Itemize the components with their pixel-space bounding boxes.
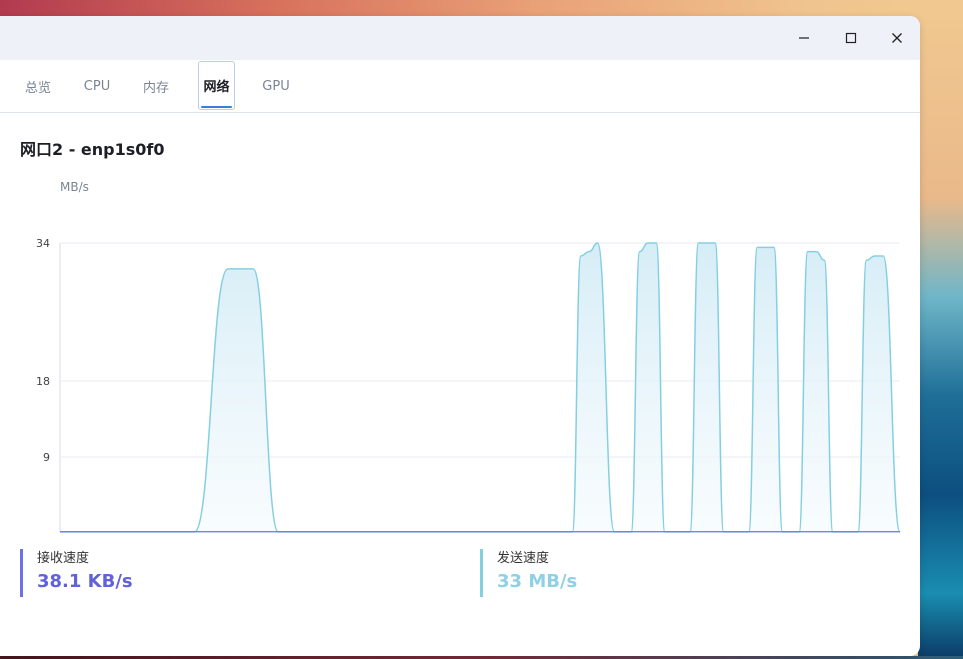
desktop-wallpaper <box>918 0 963 659</box>
receive-speed-value: 38.1 KB/s <box>37 571 133 592</box>
receive-speed-label: 接收速度 <box>37 551 90 566</box>
chart-unit-label: MB/s <box>60 180 89 194</box>
y-tick-label: 34 <box>36 237 50 250</box>
tab-cpu[interactable]: CPU <box>76 60 118 112</box>
minimize-icon <box>799 37 809 39</box>
tab-gpu[interactable]: GPU <box>254 60 298 112</box>
tab-network[interactable]: 网络 <box>198 61 235 110</box>
close-button[interactable] <box>884 26 910 50</box>
send-speed-label: 发送速度 <box>497 551 550 566</box>
receive-speed-stat: 接收速度 38.1 KB/s <box>20 549 133 597</box>
minimize-button[interactable] <box>791 26 817 50</box>
tab-overview[interactable]: 总览 <box>16 60 60 112</box>
tab-memory[interactable]: 内存 <box>134 60 178 112</box>
y-tick-label: 18 <box>36 375 50 388</box>
maximize-icon <box>845 32 857 44</box>
send-speed-area <box>60 243 900 532</box>
y-tick-label: 9 <box>43 451 50 464</box>
maximize-button[interactable] <box>838 26 864 50</box>
close-icon <box>892 33 902 43</box>
y-axis-ticks: 9 18 34 <box>36 237 50 464</box>
title-bar <box>0 16 920 60</box>
send-speed-stat: 发送速度 33 MB/s <box>480 549 577 597</box>
chart-areas <box>60 243 900 532</box>
network-throughput-chart: 9 18 34 <box>36 237 901 533</box>
system-monitor-window: 总览 CPU 内存 网络 GPU 网口2 - enp1s0f0 MB/s 9 18… <box>0 16 920 656</box>
send-speed-value: 33 MB/s <box>497 571 578 592</box>
tab-bar: 总览 CPU 内存 网络 GPU <box>0 60 920 113</box>
interface-title: 网口2 - enp1s0f0 <box>20 140 165 159</box>
